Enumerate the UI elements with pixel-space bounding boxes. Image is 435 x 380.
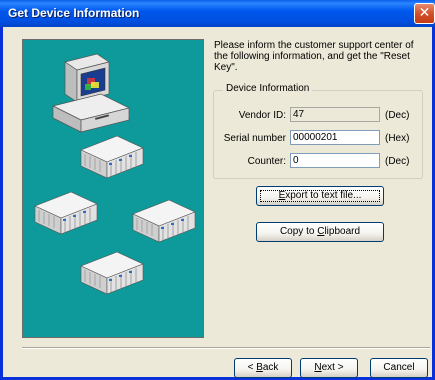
illustration-svg <box>34 53 196 295</box>
counter-label: Counter: <box>247 156 286 167</box>
back-button[interactable]: < Back <box>234 358 292 378</box>
plc-device-icon <box>80 135 144 179</box>
network-illustration <box>22 39 204 338</box>
serial-number-label: Serial number <box>223 133 286 144</box>
plc-device-icon <box>132 199 196 243</box>
counter-field[interactable]: 0 <box>290 153 380 168</box>
vendor-id-label: Vendor ID: <box>238 110 286 121</box>
export-button-label: Export to text file... <box>278 190 362 201</box>
next-button-label: Next > <box>314 362 344 373</box>
serial-number-field[interactable]: 00000201 <box>290 130 380 145</box>
copy-button-label: Copy to Clipboard <box>279 226 361 237</box>
title-bar[interactable]: Get Device Information ✕ <box>0 0 435 27</box>
counter-unit: (Dec) <box>385 156 410 167</box>
serial-number-unit: (Hex) <box>385 133 410 144</box>
close-icon: ✕ <box>418 5 431 21</box>
close-button[interactable]: ✕ <box>414 3 435 24</box>
vendor-id-unit: (Dec) <box>385 110 410 121</box>
copy-to-clipboard-button[interactable]: Copy to Clipboard <box>256 222 384 242</box>
next-button[interactable]: Next > <box>300 358 358 378</box>
back-button-label: < Back <box>247 362 279 373</box>
instruction-text: Please inform the customer support cente… <box>214 40 414 73</box>
plc-device-icon <box>34 191 98 235</box>
vendor-id-field[interactable]: 47 <box>290 107 380 122</box>
computer-icon <box>51 53 131 133</box>
export-to-text-file-button[interactable]: Export to text file... <box>256 186 384 206</box>
footer-separator <box>22 347 430 349</box>
cancel-button-label: Cancel <box>383 362 415 373</box>
group-legend: Device Information <box>223 83 313 94</box>
cancel-button[interactable]: Cancel <box>370 358 428 378</box>
plc-device-icon <box>80 251 144 295</box>
window-title: Get Device Information <box>8 6 140 20</box>
